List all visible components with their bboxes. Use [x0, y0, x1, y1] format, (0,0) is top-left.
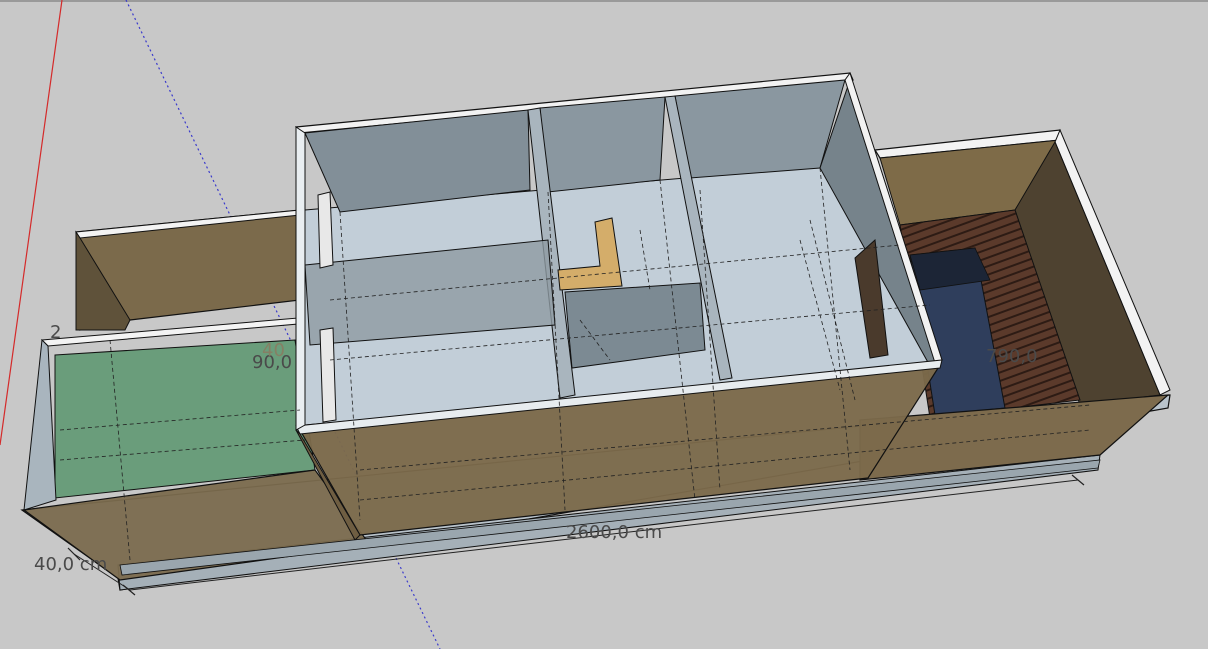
model-canvas[interactable] [0, 0, 1208, 649]
main-left-wall [295, 126, 306, 431]
green-annex-floor[interactable] [54, 339, 316, 499]
window-left-lower[interactable] [319, 327, 337, 423]
room-3-back-wall[interactable] [674, 79, 846, 179]
red-axis-line [0, 0, 63, 446]
window-left-upper[interactable] [317, 191, 334, 269]
3d-viewport[interactable]: 2600,0 cm 40,0 cm 90,0 790,0 2 40 [0, 0, 1208, 649]
green-annex-left-wall [23, 338, 57, 511]
room-2-back-wall[interactable] [539, 96, 666, 193]
